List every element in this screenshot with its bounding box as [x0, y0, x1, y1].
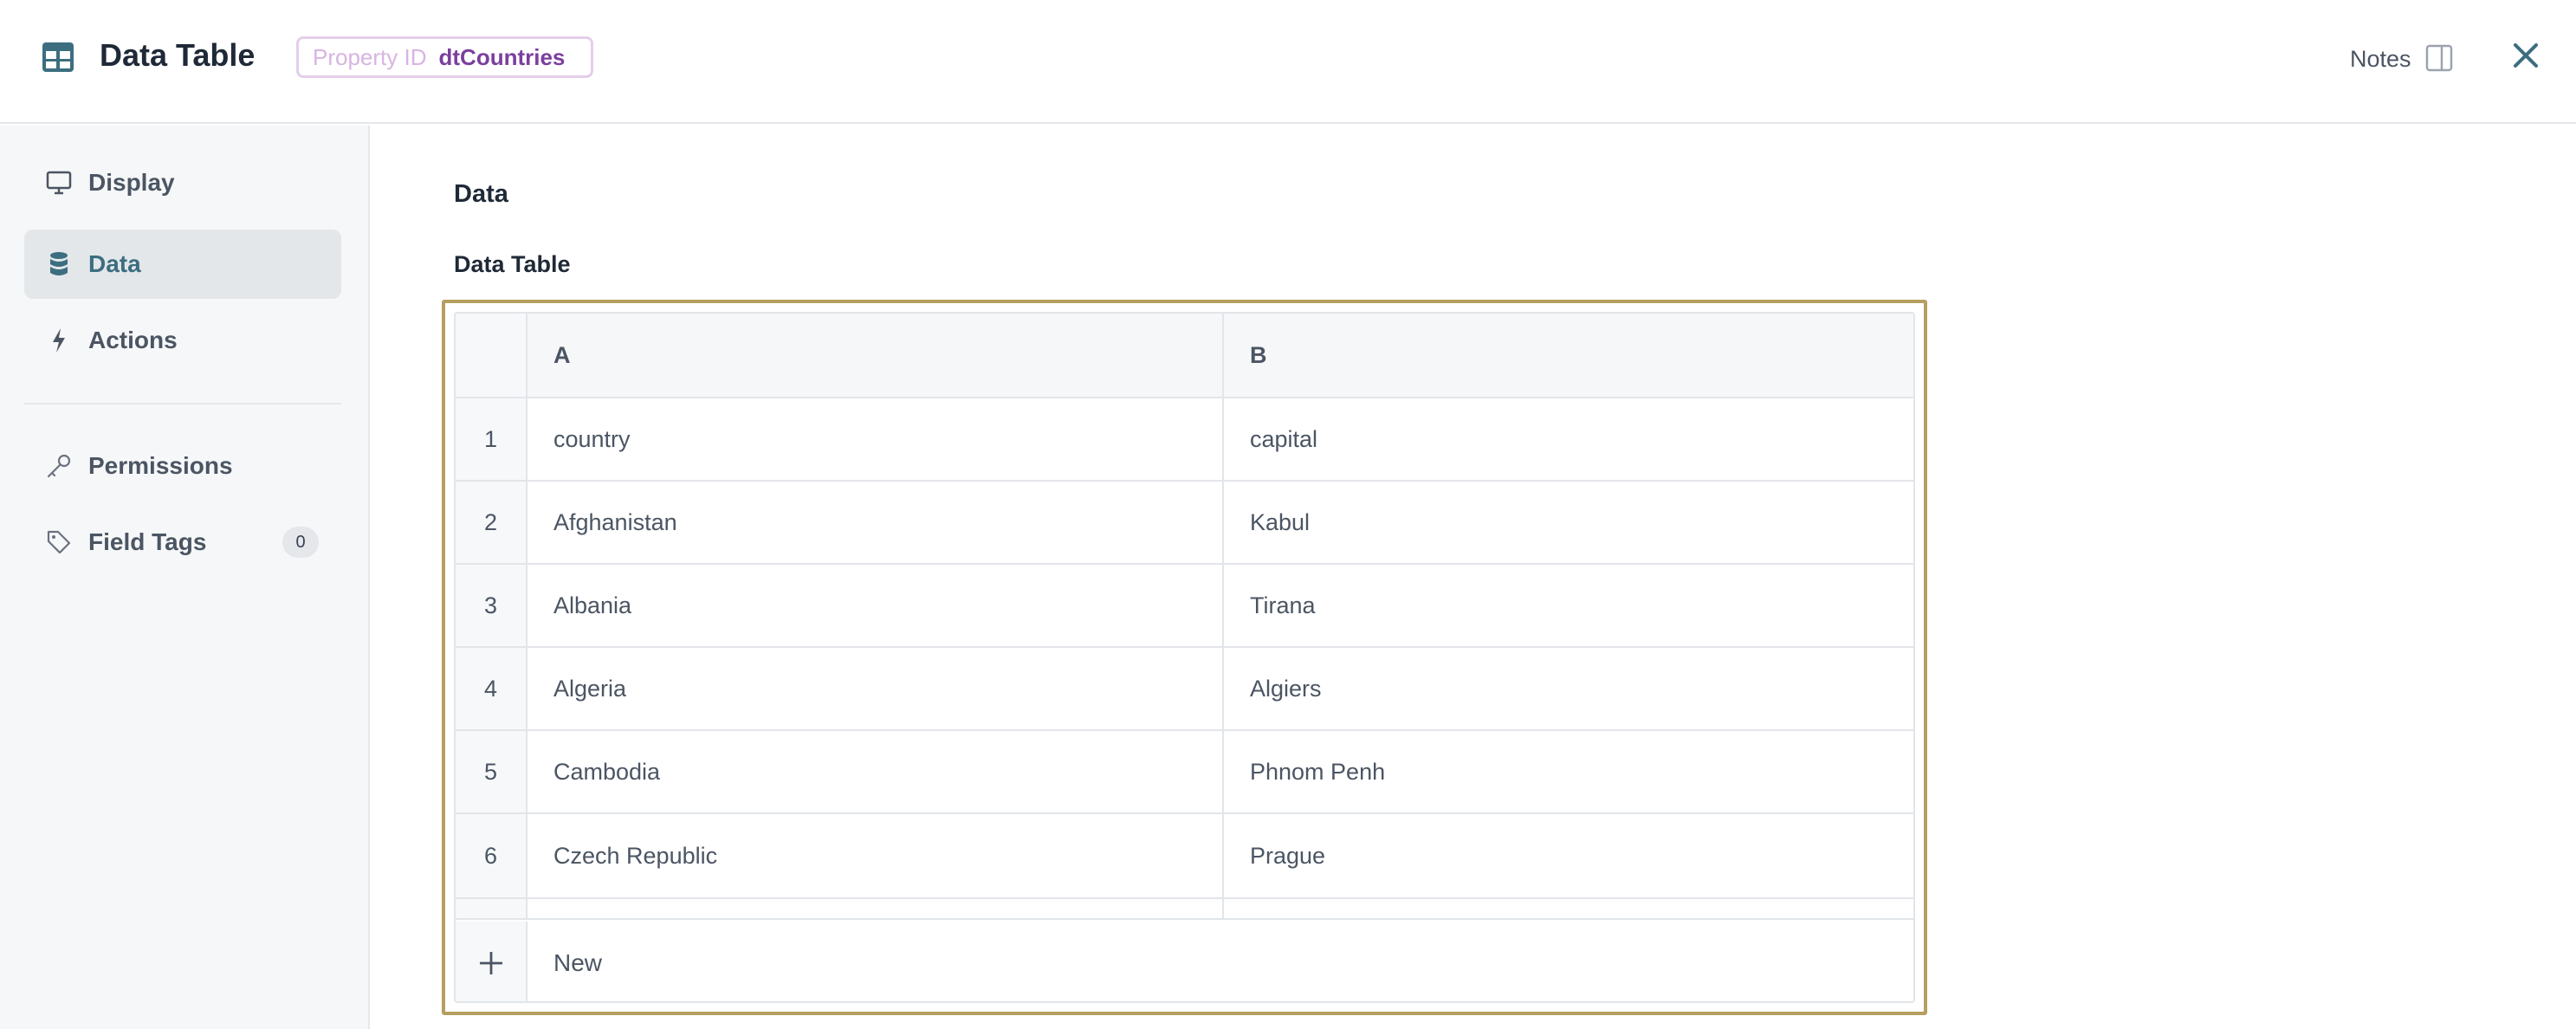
sidebar-item-label: Permissions	[88, 452, 233, 479]
sidebar-item-label: Actions	[88, 327, 178, 353]
corner-cell	[456, 314, 527, 397]
row-number: 2	[456, 482, 527, 563]
table-cell[interactable]: Albania	[527, 565, 1224, 646]
monitor-icon	[45, 169, 73, 197]
table-row-partial	[456, 899, 1913, 920]
property-id-label: Property ID	[313, 43, 427, 70]
table-cell[interactable]: Phnom Penh	[1224, 731, 1913, 812]
field-tags-count-badge: 0	[282, 527, 319, 558]
table-row: 6 Czech Republic Prague	[456, 814, 1913, 899]
data-table-label: Data Table	[454, 251, 571, 277]
data-grid: A B 1 country capital 2 Afghanistan Kabu…	[454, 312, 1915, 1003]
table-row: 2 Afghanistan Kabul	[456, 482, 1913, 565]
property-id-badge: Property ID dtCountries	[296, 36, 593, 78]
row-number: 6	[456, 814, 527, 897]
row-number: 1	[456, 398, 527, 480]
row-number	[456, 899, 527, 918]
sidebar-item-actions[interactable]: Actions	[24, 306, 341, 375]
table-cell[interactable]: Algiers	[1224, 648, 1913, 729]
table-cell[interactable]: Cambodia	[527, 731, 1224, 812]
plus-icon	[456, 922, 527, 1001]
tag-icon	[45, 528, 73, 556]
add-row-button[interactable]: New	[456, 922, 1913, 1001]
table-cell	[1224, 899, 1913, 918]
sidebar-item-label: Field Tags	[88, 528, 207, 555]
table-cell[interactable]: Tirana	[1224, 565, 1913, 646]
row-number: 3	[456, 565, 527, 646]
data-table-editor: A B 1 country capital 2 Afghanistan Kabu…	[442, 300, 1927, 1015]
sidebar-item-label: Display	[88, 169, 175, 196]
table-cell	[527, 899, 1224, 918]
column-header-row: A B	[456, 314, 1913, 398]
table-row: 5 Cambodia Phnom Penh	[456, 731, 1913, 814]
sidebar-item-data[interactable]: Data	[24, 230, 341, 299]
side-panel-icon[interactable]	[2425, 44, 2453, 72]
sidebar-item-display[interactable]: Display	[24, 148, 341, 217]
table-row: 1 country capital	[456, 398, 1913, 482]
database-icon	[45, 250, 73, 278]
section-title: Data	[454, 180, 508, 208]
sidebar: Display Data Actions Permissions Field T…	[0, 126, 370, 1029]
property-id-value: dtCountries	[438, 43, 566, 70]
add-row-label: New	[553, 949, 603, 976]
table-cell[interactable]: capital	[1224, 398, 1913, 480]
column-header-b[interactable]: B	[1224, 314, 1913, 397]
table-cell[interactable]: Czech Republic	[527, 814, 1224, 897]
table-row: 3 Albania Tirana	[456, 565, 1913, 648]
sidebar-item-permissions[interactable]: Permissions	[24, 431, 341, 501]
table-cell[interactable]: country	[527, 398, 1224, 480]
panel-header: Data Table Property ID dtCountries Notes	[0, 0, 2576, 124]
sidebar-item-field-tags[interactable]: Field Tags 0	[24, 508, 341, 577]
close-icon[interactable]	[2511, 41, 2540, 70]
table-cell[interactable]: Kabul	[1224, 482, 1913, 563]
row-number: 4	[456, 648, 527, 729]
table-cell[interactable]: Algeria	[527, 648, 1224, 729]
notes-label[interactable]: Notes	[2350, 42, 2411, 76]
table-cell[interactable]: Prague	[1224, 814, 1913, 897]
key-icon	[45, 452, 73, 480]
row-number: 5	[456, 731, 527, 812]
table-cell[interactable]: Afghanistan	[527, 482, 1224, 563]
column-header-a[interactable]: A	[527, 314, 1224, 397]
table-icon	[42, 42, 74, 72]
lightning-icon	[45, 327, 73, 354]
sidebar-item-label: Data	[88, 250, 141, 277]
sidebar-divider	[24, 403, 341, 404]
table-row: 4 Algeria Algiers	[456, 648, 1913, 731]
page-title: Data Table	[100, 37, 256, 73]
